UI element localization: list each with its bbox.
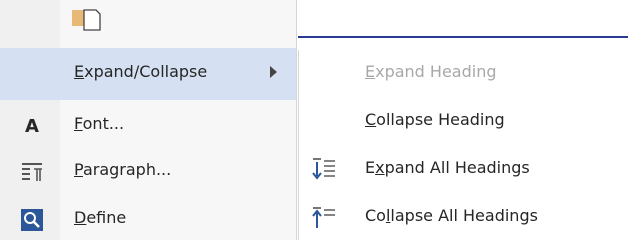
context-menu: Expand/Collapse A Font... Paragraph... D… xyxy=(0,0,297,240)
font-icon: A xyxy=(25,115,39,137)
paragraph-icon xyxy=(18,158,46,186)
submenu-item-collapse-all-headings[interactable]: Collapse All Headings xyxy=(299,196,628,240)
submenu-item-collapse-heading[interactable]: Collapse Heading xyxy=(299,100,628,144)
define-icon xyxy=(18,206,46,234)
submenu-item-label: Expand Heading xyxy=(365,62,497,81)
submenu-item-label: Expand All Headings xyxy=(365,158,530,177)
menu-item-label: Paragraph... xyxy=(74,160,172,179)
menu-item-label: Define xyxy=(74,208,127,227)
menu-item-label: Expand/Collapse xyxy=(74,62,208,81)
collapse-all-headings-icon xyxy=(309,204,337,232)
expand-collapse-submenu: Expand Heading Collapse Heading Expand A… xyxy=(298,50,628,240)
document-heading-rule xyxy=(298,36,628,38)
menu-item-font[interactable]: A Font... xyxy=(0,100,296,152)
menu-item-expand-collapse[interactable]: Expand/Collapse xyxy=(0,48,296,100)
menu-item-label: Font... xyxy=(74,114,125,133)
submenu-item-label: Collapse All Headings xyxy=(365,206,538,225)
new-comment-icon[interactable] xyxy=(66,4,106,34)
menu-item-paragraph[interactable]: Paragraph... xyxy=(0,146,296,198)
submenu-item-expand-all-headings[interactable]: Expand All Headings xyxy=(299,148,628,192)
submenu-item-label: Collapse Heading xyxy=(365,110,505,129)
expand-all-headings-icon xyxy=(309,156,337,184)
submenu-item-expand-heading[interactable]: Expand Heading xyxy=(299,52,628,96)
menu-item-define[interactable]: Define xyxy=(0,194,296,246)
submenu-arrow-icon xyxy=(270,66,277,78)
